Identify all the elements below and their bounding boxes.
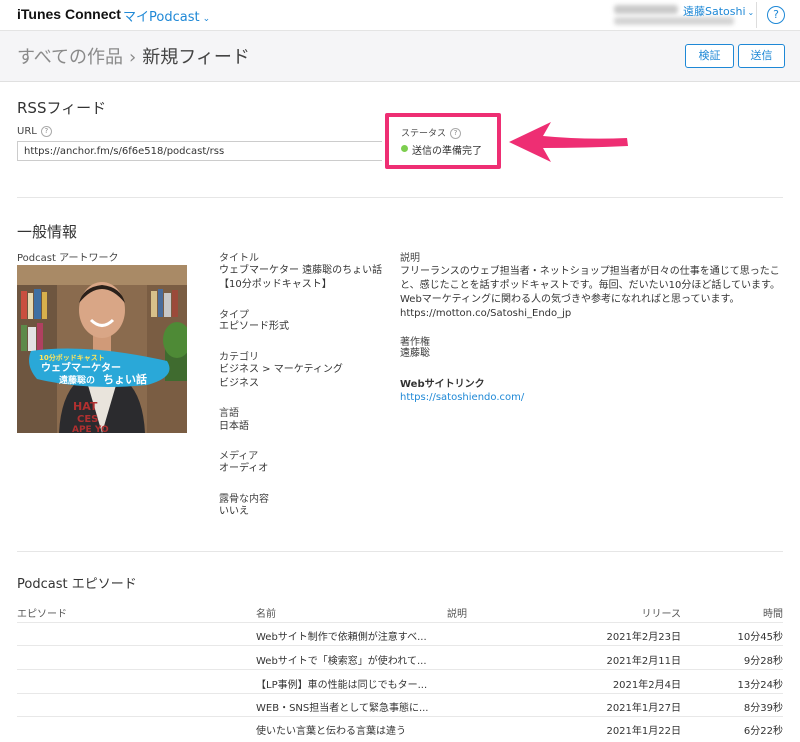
title-label: タイトル: [219, 253, 259, 264]
episode-duration: 8分39秒: [743, 703, 783, 714]
episode-name: 【LP事例】車の性能は同じでもター...: [256, 680, 428, 691]
episode-duration: 10分45秒: [737, 632, 783, 643]
media-value: オーディオ: [219, 463, 269, 474]
row-divider: [17, 645, 783, 646]
user-name: 遠藤Satoshi: [683, 5, 746, 18]
column-header-episode[interactable]: エピソード: [17, 605, 67, 620]
column-header-duration[interactable]: 時間: [763, 605, 783, 620]
help-circle-icon[interactable]: ?: [450, 128, 462, 139]
status-highlight-box: [385, 113, 501, 169]
episode-name: 使いたい言葉と伝わる言葉は違う: [256, 726, 406, 737]
title-value-2: 【10分ポッドキャスト】: [219, 279, 332, 290]
category-label: カテゴリ: [219, 352, 259, 363]
explicit-label: 露骨な内容: [219, 494, 269, 505]
status-label: ステータス?: [401, 126, 462, 139]
episode-release: 2021年1月22日: [606, 726, 681, 737]
section-divider: [17, 197, 783, 198]
copyright-value: 遠藤聡: [400, 348, 430, 359]
url-label-text: URL: [17, 126, 37, 137]
help-circle-icon[interactable]: ?: [40, 126, 52, 137]
artwork-label: Podcast アートワーク: [17, 253, 119, 264]
row-divider: [17, 716, 783, 717]
column-header-description[interactable]: 説明: [447, 605, 467, 620]
media-label: メディア: [219, 451, 259, 462]
breadcrumb-all-works[interactable]: すべての作品: [17, 47, 123, 68]
episode-name: Webサイト制作で依頼側が注意すべ...: [256, 632, 427, 643]
page-title: 新規フィード: [142, 47, 250, 68]
language-value: 日本語: [219, 421, 249, 432]
section-divider: [17, 551, 783, 552]
website-label: Webサイトリンク: [400, 379, 485, 390]
send-button[interactable]: 送信: [738, 44, 785, 68]
shirt-text-1: HAT: [73, 400, 98, 413]
my-podcast-label: マイPodcast: [123, 10, 200, 25]
row-divider: [17, 669, 783, 670]
general-section-title: 一般情報: [17, 223, 78, 241]
status-label-text: ステータス: [401, 129, 447, 139]
table-header-divider: [17, 622, 783, 623]
title-bar: すべての作品 › 新規フィード 検証 送信: [0, 31, 800, 82]
podcast-artwork: 10分ポッドキャスト ウェブマーケター 遠藤聡の ちょい話 HAT CES AP…: [17, 265, 187, 433]
website-link[interactable]: https://satoshiendo.com/: [400, 391, 524, 405]
breadcrumb: すべての作品 › 新規フィード: [17, 43, 250, 69]
shirt-text-2: CES: [77, 414, 98, 425]
title-value-1: ウェブマーケター 遠藤聡のちょい話: [219, 265, 383, 276]
type-value: エピソード形式: [219, 321, 289, 332]
category-value-1: ビジネス > マーケティング: [219, 364, 343, 375]
artwork-text-line3: 遠藤聡の: [59, 374, 95, 386]
rss-section-title: RSSフィード: [17, 99, 107, 117]
help-icon[interactable]: ?: [767, 6, 785, 24]
breadcrumb-separator: ›: [129, 47, 137, 68]
copyright-label: 著作権: [400, 337, 430, 348]
language-label: 言語: [219, 408, 239, 419]
my-podcast-menu[interactable]: マイPodcast ⌄: [123, 6, 210, 25]
explicit-value: いいえ: [219, 506, 249, 517]
episode-release: 2021年2月11日: [606, 656, 681, 667]
chevron-down-icon: ⌄: [747, 8, 755, 17]
episode-release: 2021年1月27日: [606, 703, 681, 714]
category-value-2: ビジネス: [219, 378, 259, 389]
episode-release: 2021年2月23日: [606, 632, 681, 643]
episode-name: WEB・SNS担当者として緊急事態に...: [256, 703, 429, 714]
episode-duration: 13分24秒: [737, 680, 783, 691]
status-indicator-dot: [401, 145, 408, 152]
status-value: 送信の準備完了: [412, 146, 482, 157]
pointer-arrow-icon: [509, 122, 628, 162]
episode-release: 2021年2月4日: [612, 680, 681, 691]
chevron-down-icon: ⌄: [202, 14, 211, 24]
row-divider: [17, 693, 783, 694]
divider: [756, 2, 757, 28]
episodes-section-title: Podcast エピソード: [17, 577, 137, 592]
description-value: フリーランスのウェブ担当者・ネットショップ担当者が日々の仕事を通じて思ったこと、…: [400, 266, 781, 319]
episode-name: Webサイトで「検索窓」が使われて...: [256, 656, 427, 667]
episode-duration: 6分22秒: [743, 726, 783, 737]
user-menu[interactable]: 遠藤Satoshi ⌄: [683, 3, 754, 19]
episode-duration: 9分28秒: [743, 656, 783, 667]
column-header-release[interactable]: リリース: [642, 605, 682, 620]
blurred-account-id: [614, 5, 678, 14]
description-label: 説明: [400, 253, 420, 264]
column-header-name[interactable]: 名前: [256, 605, 276, 620]
type-label: タイプ: [219, 310, 249, 321]
verify-button[interactable]: 検証: [685, 44, 734, 68]
url-label: URL?: [17, 126, 52, 137]
artwork-text-line3b: ちょい話: [103, 372, 147, 386]
top-bar: iTunes Connect マイPodcast ⌄ 遠藤Satoshi ⌄ ?: [0, 0, 800, 31]
rss-url-field[interactable]: https://anchor.fm/s/6f6e518/podcast/rss: [17, 141, 382, 161]
brand-logo: iTunes Connect: [17, 6, 121, 22]
artwork-text-line1: 10分ポッドキャスト: [39, 353, 105, 362]
shirt-text-3: APE YO: [72, 425, 109, 433]
artwork-image: 10分ポッドキャスト ウェブマーケター 遠藤聡の ちょい話 HAT CES AP…: [17, 265, 187, 433]
